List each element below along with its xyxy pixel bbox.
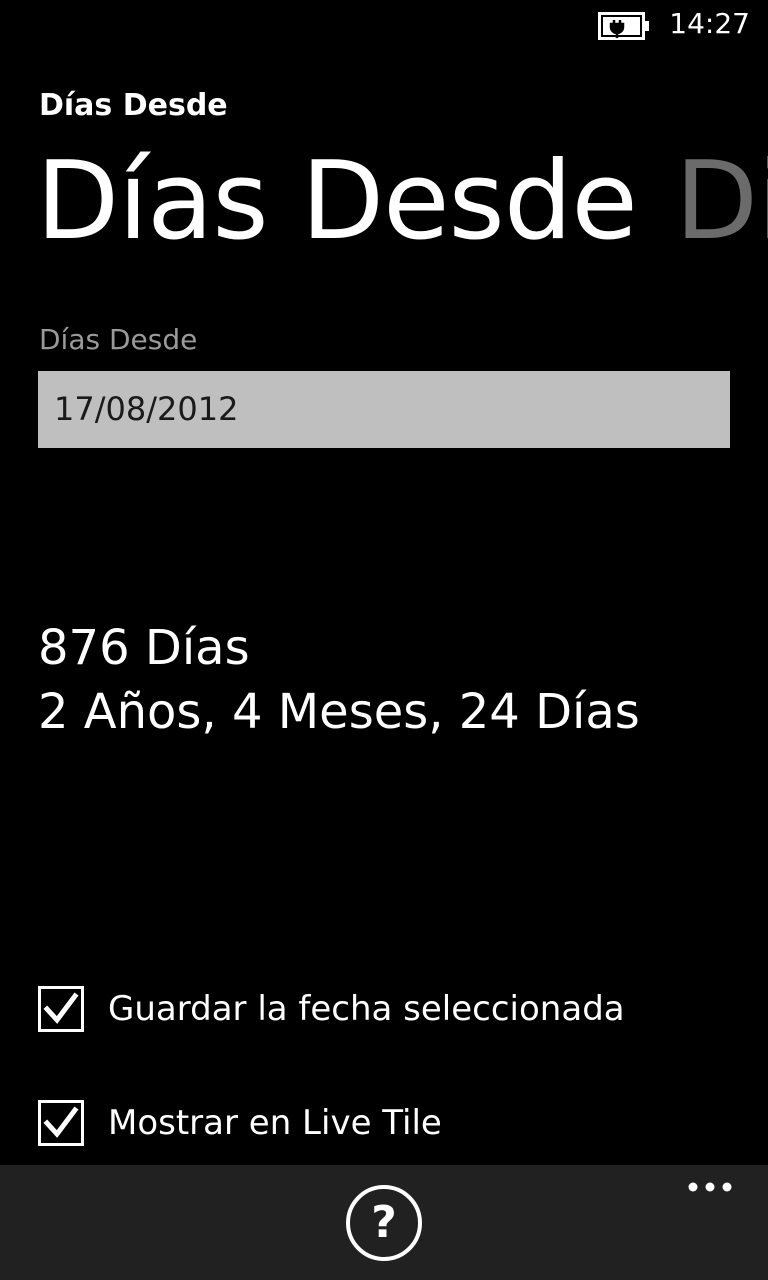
save-date-label: Guardar la fecha seleccionada bbox=[108, 989, 625, 1029]
app-bar: ? bbox=[0, 1165, 768, 1280]
live-tile-label: Mostrar en Live Tile bbox=[108, 1103, 442, 1143]
pivot-item-next[interactable]: Dife bbox=[675, 139, 768, 264]
result-breakdown: 2 Años, 4 Meses, 24 Días bbox=[38, 684, 640, 740]
checkmark-icon bbox=[43, 992, 79, 1024]
pivot-item-dias-desde[interactable]: Días Desde bbox=[36, 139, 638, 264]
help-button[interactable]: ? bbox=[346, 1185, 422, 1261]
live-tile-checkbox[interactable] bbox=[38, 1100, 84, 1146]
help-icon: ? bbox=[371, 1197, 397, 1248]
battery-charging-icon bbox=[598, 12, 649, 40]
save-date-option[interactable]: Guardar la fecha seleccionada bbox=[38, 983, 625, 1035]
live-tile-option[interactable]: Mostrar en Live Tile bbox=[38, 1097, 442, 1149]
app-screen: 14:27 Días Desde Días Desde Dife Días Des… bbox=[0, 0, 768, 1280]
date-picker[interactable]: 17/08/2012 bbox=[38, 371, 730, 448]
save-date-checkbox[interactable] bbox=[38, 986, 84, 1032]
checkmark-icon bbox=[43, 1106, 79, 1138]
status-bar: 14:27 bbox=[0, 0, 768, 50]
app-title: Días Desde bbox=[39, 88, 228, 123]
clock: 14:27 bbox=[669, 7, 750, 40]
date-field-label: Días Desde bbox=[39, 323, 198, 356]
result-days: 876 Días bbox=[38, 620, 250, 676]
pivot-header: Días Desde Dife bbox=[36, 140, 768, 264]
more-dots-icon[interactable] bbox=[688, 1181, 732, 1193]
